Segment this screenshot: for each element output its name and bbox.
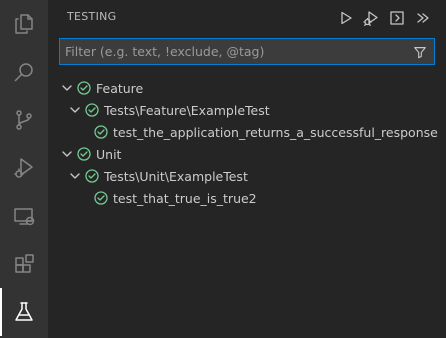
more-icon — [417, 13, 429, 23]
passed-icon — [76, 80, 92, 96]
collapse-button[interactable] — [386, 7, 408, 29]
passed-icon — [93, 190, 109, 206]
run-tests-button[interactable] — [335, 7, 357, 29]
source-control-icon — [16, 110, 32, 130]
tree-item-feature-example-test[interactable]: Tests\Feature\ExampleTest — [48, 99, 446, 121]
chevron-down-icon[interactable] — [59, 80, 75, 96]
passed-icon — [93, 124, 109, 140]
tree-item-test-successful-response[interactable]: test_the_application_returns_a_successfu… — [48, 121, 446, 143]
panel-header: TESTING — [48, 0, 446, 35]
activity-bar — [0, 0, 48, 338]
panel-title: TESTING — [67, 10, 117, 23]
test-tree: Feature Tests\Feature\ExampleTest test_t… — [48, 77, 446, 209]
chevron-down-icon[interactable] — [67, 168, 83, 184]
tree-item-label: test_that_true_is_true2 — [113, 190, 257, 206]
search-icon — [14, 63, 33, 82]
tree-item-label: Tests\Feature\ExampleTest — [104, 102, 270, 118]
activity-extensions[interactable] — [0, 240, 48, 288]
activity-source-control[interactable] — [0, 96, 48, 144]
activity-run-debug[interactable] — [0, 144, 48, 192]
activity-remote-explorer[interactable] — [0, 192, 48, 240]
testing-sidebar: TESTING Filter (e.g. text, !exclude, @ta… — [48, 0, 446, 338]
activity-search[interactable] — [0, 48, 48, 96]
filter-box — [59, 38, 435, 65]
extensions-icon — [15, 254, 34, 273]
activity-testing[interactable] — [0, 288, 48, 336]
chevron-down-icon[interactable] — [67, 102, 83, 118]
run-tests-icon — [341, 11, 352, 25]
tree-item-label: Tests\Unit\ExampleTest — [104, 168, 248, 184]
tree-item-test-true-is-true2[interactable]: test_that_true_is_true2 — [48, 187, 446, 209]
funnel-icon — [414, 46, 426, 58]
remote-explorer-icon — [14, 208, 35, 226]
filter-button[interactable] — [409, 41, 431, 63]
tree-item-label: test_the_application_returns_a_successfu… — [113, 124, 438, 140]
passed-icon — [76, 146, 92, 162]
tree-item-unit-example-test[interactable]: Tests\Unit\ExampleTest — [48, 165, 446, 187]
debug-tests-icon — [363, 11, 378, 26]
passed-icon — [84, 168, 100, 184]
beaker-icon — [15, 302, 33, 321]
chevron-down-icon[interactable] — [59, 146, 75, 162]
run-debug-icon — [14, 158, 33, 178]
activity-explorer[interactable] — [0, 0, 48, 48]
tree-item-label: Unit — [96, 146, 122, 162]
collapse-icon — [390, 11, 404, 25]
passed-icon — [84, 102, 100, 118]
tree-item-unit[interactable]: Unit — [48, 143, 446, 165]
tree-item-feature[interactable]: Feature — [48, 77, 446, 99]
more-actions-button[interactable] — [412, 7, 434, 29]
filter-input[interactable] — [60, 39, 409, 64]
debug-tests-button[interactable] — [360, 7, 382, 29]
files-icon — [15, 14, 33, 34]
tree-item-label: Feature — [96, 80, 144, 96]
